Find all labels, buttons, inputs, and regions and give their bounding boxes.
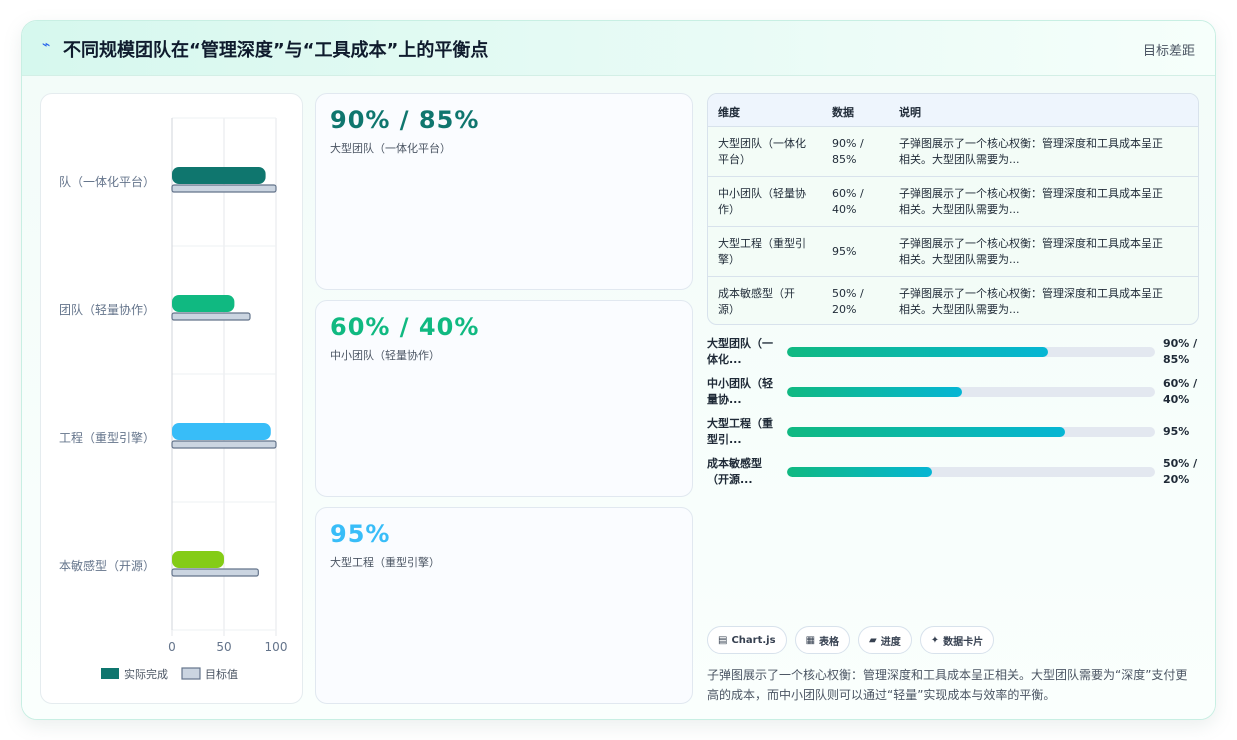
chip-data-cards[interactable]: ✦ 数据卡片 (919, 626, 995, 654)
lightning-icon: ⌁ (42, 37, 51, 53)
stat-label: 大型工程（重型引擎） (330, 556, 440, 569)
table-row: 中小团队（轻量协 作） 60% /40% 子弹图展示了一个核心权衡：管理深度和工具… (708, 177, 1198, 227)
cell-data: 90% /85% (832, 137, 864, 166)
target-bar (171, 312, 251, 321)
cell-data: 50% /20% (832, 287, 864, 316)
table-row: 大型工程（重型引 擎） 95% 子弹图展示了一个核心权衡：管理深度和工具成本呈正相… (708, 227, 1198, 277)
column-header: 说明 (899, 106, 921, 119)
column-header: 维度 (718, 106, 740, 119)
stat-label: 中小团队（轻量协作） (330, 349, 440, 362)
stat-value: 60% / 40% (330, 313, 480, 341)
progress-row: 大型工程（重 型引... 95% (707, 416, 1199, 452)
chip-progress[interactable]: ▰ 进度 (858, 626, 912, 654)
chip-chartjs[interactable]: ▤ Chart.js (707, 626, 787, 654)
cell-description: 子弹图展示了一个核心权衡：管理深度和工具成本呈正 相关。大型团队需要为... (899, 137, 1163, 166)
progress-row: 大型团队（一 体化... 90% /85% (707, 336, 1199, 372)
progress-fill (787, 467, 933, 477)
chip-table[interactable]: ▦ 表格 (794, 626, 851, 654)
stat-card: 90% / 85% 大型团队（一体化平台） (315, 93, 693, 290)
target-bar (171, 184, 277, 193)
actual-bar (172, 295, 235, 312)
stat-card: 95% 大型工程（重型引擎） (315, 507, 693, 704)
bullet-chart-panel: 队（一体化平台） 团队（轻量协作） 工程（重型引擎） 本敏感型（开源） 0 50 100 实际… (40, 93, 303, 704)
actual-bar (172, 167, 266, 184)
cell-description: 子弹图展示了一个核心权衡：管理深度和工具成本呈正 相关。大型团队需要为... (899, 287, 1163, 316)
legend-label-target: 目标值 (205, 667, 238, 681)
progress-track (787, 347, 1155, 357)
progress-row: 成本敏感型 （开源... 50% /20% (707, 456, 1199, 492)
category-tick-label: 团队（轻量协作） (59, 302, 155, 317)
progress-label: 中小团队（轻 量协... (707, 377, 773, 406)
progress-track (787, 427, 1155, 437)
progress-value: 60% /40% (1163, 377, 1198, 406)
actual-bar (172, 423, 271, 440)
summary-note: 子弹图展示了一个核心权衡：管理深度和工具成本呈正相关。大型团队需要为“深度”支付… (707, 668, 1188, 702)
category-tick-label: 本敏感型（开源） (59, 558, 155, 573)
category-tick-label: 队（一体化平台） (59, 174, 155, 189)
progress-label: 大型团队（一 体化... (707, 337, 773, 366)
stat-value: 90% / 85% (330, 106, 480, 134)
progress-fill (787, 347, 1049, 357)
card-header: ⌁ 不同规模团队在“管理深度”与“工具成本”上的平衡点 目标差距 (22, 21, 1215, 76)
target-bar (171, 440, 277, 449)
stat-value: 95% (330, 520, 391, 548)
cell-description: 子弹图展示了一个核心权衡：管理深度和工具成本呈正 相关。大型团队需要为... (899, 187, 1163, 216)
cell-dimension: 中小团队（轻量协 作） (718, 187, 806, 216)
target-bar (171, 568, 259, 577)
table-header: 维度 数据 说明 (708, 94, 1198, 127)
progress-icon: ▰ (869, 634, 877, 646)
column-header: 数据 (832, 106, 854, 119)
progress-label: 大型工程（重 型引... (707, 417, 773, 446)
category-tick-label: 工程（重型引擎） (59, 430, 155, 445)
dashboard-card: ⌁ 不同规模团队在“管理深度”与“工具成本”上的平衡点 目标差距 队（一体化平台… (21, 20, 1216, 720)
view-chips: ▤ Chart.js ▦ 表格 ▰ 进度 ✦ 数据卡片 (707, 626, 995, 654)
progress-value: 95% (1163, 425, 1190, 438)
progress-label: 成本敏感型 （开源... (707, 457, 762, 486)
progress-fill (787, 387, 962, 397)
cell-dimension: 大型工程（重型引 擎） (718, 237, 806, 266)
progress-row: 中小团队（轻 量协... 60% /40% (707, 376, 1199, 412)
progress-value: 50% /20% (1163, 457, 1198, 486)
table-icon: ▦ (805, 634, 816, 646)
header-tag: 目标差距 (1142, 44, 1195, 59)
progress-fill (787, 427, 1065, 437)
legend-swatch-target (181, 667, 201, 680)
page-title: 不同规模团队在“管理深度”与“工具成本”上的平衡点 (63, 40, 489, 61)
x-tick-label: 100 (265, 640, 288, 654)
table-row: 成本敏感型（开 源） 50% /20% 子弹图展示了一个核心权衡：管理深度和工具成… (708, 277, 1198, 324)
cell-dimension: 大型团队（一体化 平台） (718, 137, 806, 166)
cell-dimension: 成本敏感型（开 源） (718, 287, 795, 316)
cell-data: 60% /40% (832, 187, 864, 216)
sparkle-icon: ✦ (930, 634, 940, 646)
cell-description: 子弹图展示了一个核心权衡：管理深度和工具成本呈正 相关。大型团队需要为... (899, 237, 1163, 266)
legend-swatch-actual (101, 668, 119, 679)
chart-icon: ▤ (718, 634, 728, 646)
stat-label: 大型团队（一体化平台） (330, 142, 451, 155)
actual-bar (172, 551, 224, 568)
x-tick-label: 50 (216, 640, 231, 654)
legend-label-actual: 实际完成 (124, 667, 168, 681)
progress-value: 90% /85% (1163, 337, 1198, 366)
cell-data: 95% (832, 245, 857, 258)
progress-track (787, 387, 1155, 397)
x-tick-label: 0 (168, 640, 176, 654)
data-table: 维度 数据 说明 大型团队（一体化 平台） 90% /85% 子弹图展示了一个核心… (707, 93, 1199, 325)
progress-track (787, 467, 1155, 477)
stat-card: 60% / 40% 中小团队（轻量协作） (315, 300, 693, 497)
bullet-chart: 队（一体化平台） 团队（轻量协作） 工程（重型引擎） 本敏感型（开源） 0 50 100 实际… (59, 117, 288, 681)
table-row: 大型团队（一体化 平台） 90% /85% 子弹图展示了一个核心权衡：管理深度和工… (708, 127, 1198, 177)
